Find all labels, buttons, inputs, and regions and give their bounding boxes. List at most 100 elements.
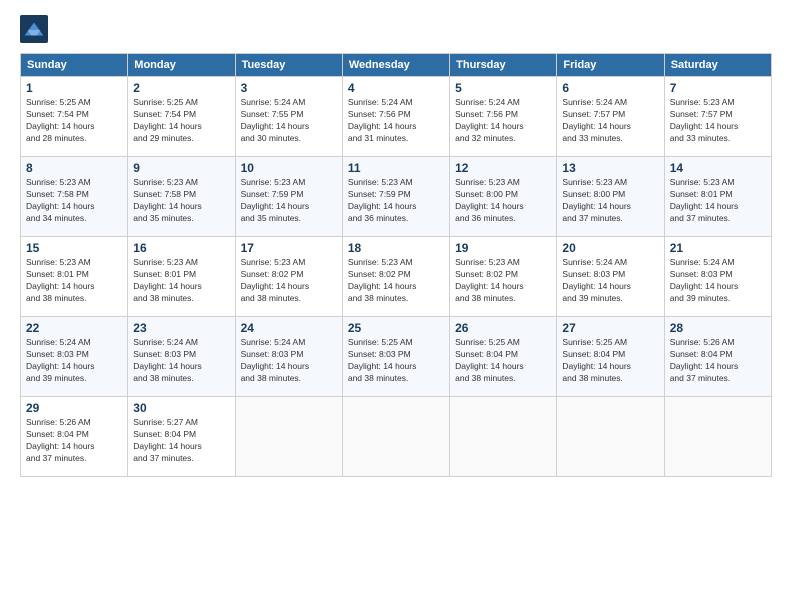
day-info: Sunrise: 5:23 AM Sunset: 7:59 PM Dayligh… <box>348 177 444 225</box>
day-info: Sunrise: 5:24 AM Sunset: 7:56 PM Dayligh… <box>455 97 551 145</box>
day-number: 25 <box>348 321 444 335</box>
day-info: Sunrise: 5:23 AM Sunset: 8:02 PM Dayligh… <box>455 257 551 305</box>
calendar-cell: 4 Sunrise: 5:24 AM Sunset: 7:56 PM Daylig… <box>342 77 449 157</box>
day-number: 16 <box>133 241 229 255</box>
calendar-cell: 15 Sunrise: 5:23 AM Sunset: 8:01 PM Dayli… <box>21 237 128 317</box>
day-info: Sunrise: 5:26 AM Sunset: 8:04 PM Dayligh… <box>670 337 766 385</box>
day-number: 19 <box>455 241 551 255</box>
calendar-week-1: 1 Sunrise: 5:25 AM Sunset: 7:54 PM Daylig… <box>21 77 772 157</box>
calendar-cell: 26 Sunrise: 5:25 AM Sunset: 8:04 PM Dayli… <box>450 317 557 397</box>
calendar-table: SundayMondayTuesdayWednesdayThursdayFrid… <box>20 53 772 477</box>
day-info: Sunrise: 5:23 AM Sunset: 8:01 PM Dayligh… <box>133 257 229 305</box>
day-number: 1 <box>26 81 122 95</box>
day-info: Sunrise: 5:26 AM Sunset: 8:04 PM Dayligh… <box>26 417 122 465</box>
calendar-cell: 25 Sunrise: 5:25 AM Sunset: 8:03 PM Dayli… <box>342 317 449 397</box>
day-number: 21 <box>670 241 766 255</box>
calendar-cell: 8 Sunrise: 5:23 AM Sunset: 7:58 PM Daylig… <box>21 157 128 237</box>
weekday-header-sunday: Sunday <box>21 54 128 77</box>
day-number: 20 <box>562 241 658 255</box>
calendar-cell: 9 Sunrise: 5:23 AM Sunset: 7:58 PM Daylig… <box>128 157 235 237</box>
calendar-cell: 30 Sunrise: 5:27 AM Sunset: 8:04 PM Dayli… <box>128 397 235 477</box>
logo <box>20 15 52 43</box>
calendar-cell: 28 Sunrise: 5:26 AM Sunset: 8:04 PM Dayli… <box>664 317 771 397</box>
day-info: Sunrise: 5:23 AM Sunset: 8:02 PM Dayligh… <box>348 257 444 305</box>
day-info: Sunrise: 5:25 AM Sunset: 7:54 PM Dayligh… <box>133 97 229 145</box>
day-number: 29 <box>26 401 122 415</box>
calendar-header-row: SundayMondayTuesdayWednesdayThursdayFrid… <box>21 54 772 77</box>
day-number: 23 <box>133 321 229 335</box>
day-number: 3 <box>241 81 337 95</box>
calendar-cell: 23 Sunrise: 5:24 AM Sunset: 8:03 PM Dayli… <box>128 317 235 397</box>
header <box>20 15 772 43</box>
day-number: 13 <box>562 161 658 175</box>
calendar-week-2: 8 Sunrise: 5:23 AM Sunset: 7:58 PM Daylig… <box>21 157 772 237</box>
weekday-header-thursday: Thursday <box>450 54 557 77</box>
weekday-header-tuesday: Tuesday <box>235 54 342 77</box>
calendar-cell: 12Sunrise: 5:23 AM Sunset: 8:00 PM Dayli… <box>450 157 557 237</box>
day-number: 22 <box>26 321 122 335</box>
day-info: Sunrise: 5:24 AM Sunset: 8:03 PM Dayligh… <box>133 337 229 385</box>
calendar-cell: 13 Sunrise: 5:23 AM Sunset: 8:00 PM Dayli… <box>557 157 664 237</box>
day-info: Sunrise: 5:23 AM Sunset: 8:02 PM Dayligh… <box>241 257 337 305</box>
weekday-header-friday: Friday <box>557 54 664 77</box>
day-info: Sunrise: 5:23 AM Sunset: 7:59 PM Dayligh… <box>241 177 337 225</box>
day-number: 24 <box>241 321 337 335</box>
day-number: 26 <box>455 321 551 335</box>
day-info: Sunrise: 5:25 AM Sunset: 8:04 PM Dayligh… <box>455 337 551 385</box>
day-info: Sunrise: 5:23 AM Sunset: 8:00 PM Dayligh… <box>455 177 551 225</box>
day-info: Sunrise: 5:23 AM Sunset: 7:58 PM Dayligh… <box>26 177 122 225</box>
logo-icon <box>20 15 48 43</box>
day-info: Sunrise: 5:25 AM Sunset: 7:54 PM Dayligh… <box>26 97 122 145</box>
day-number: 7 <box>670 81 766 95</box>
calendar-cell <box>557 397 664 477</box>
calendar-cell: 29 Sunrise: 5:26 AM Sunset: 8:04 PM Dayli… <box>21 397 128 477</box>
calendar-cell <box>342 397 449 477</box>
calendar-week-3: 15 Sunrise: 5:23 AM Sunset: 8:01 PM Dayli… <box>21 237 772 317</box>
day-number: 15 <box>26 241 122 255</box>
calendar-cell: 5 Sunrise: 5:24 AM Sunset: 7:56 PM Daylig… <box>450 77 557 157</box>
calendar-cell: 11 Sunrise: 5:23 AM Sunset: 7:59 PM Dayli… <box>342 157 449 237</box>
calendar-cell: 27 Sunrise: 5:25 AM Sunset: 8:04 PM Dayli… <box>557 317 664 397</box>
calendar-cell: 6 Sunrise: 5:24 AM Sunset: 7:57 PM Daylig… <box>557 77 664 157</box>
calendar-cell: 19 Sunrise: 5:23 AM Sunset: 8:02 PM Dayli… <box>450 237 557 317</box>
calendar-cell <box>450 397 557 477</box>
day-number: 2 <box>133 81 229 95</box>
calendar-cell: 20 Sunrise: 5:24 AM Sunset: 8:03 PM Dayli… <box>557 237 664 317</box>
day-number: 8 <box>26 161 122 175</box>
day-info: Sunrise: 5:23 AM Sunset: 8:01 PM Dayligh… <box>26 257 122 305</box>
calendar-cell: 1 Sunrise: 5:25 AM Sunset: 7:54 PM Daylig… <box>21 77 128 157</box>
day-info: Sunrise: 5:25 AM Sunset: 8:03 PM Dayligh… <box>348 337 444 385</box>
day-number: 4 <box>348 81 444 95</box>
day-info: Sunrise: 5:23 AM Sunset: 8:01 PM Dayligh… <box>670 177 766 225</box>
day-info: Sunrise: 5:25 AM Sunset: 8:04 PM Dayligh… <box>562 337 658 385</box>
day-number: 5 <box>455 81 551 95</box>
day-number: 11 <box>348 161 444 175</box>
day-info: Sunrise: 5:24 AM Sunset: 7:56 PM Dayligh… <box>348 97 444 145</box>
day-info: Sunrise: 5:23 AM Sunset: 7:58 PM Dayligh… <box>133 177 229 225</box>
calendar-cell: 24Sunrise: 5:24 AM Sunset: 8:03 PM Dayli… <box>235 317 342 397</box>
day-number: 17 <box>241 241 337 255</box>
weekday-header-saturday: Saturday <box>664 54 771 77</box>
calendar-cell <box>235 397 342 477</box>
calendar-cell: 3 Sunrise: 5:24 AM Sunset: 7:55 PM Daylig… <box>235 77 342 157</box>
calendar-cell: 7Sunrise: 5:23 AM Sunset: 7:57 PM Daylig… <box>664 77 771 157</box>
day-number: 27 <box>562 321 658 335</box>
calendar-cell: 16 Sunrise: 5:23 AM Sunset: 8:01 PM Dayli… <box>128 237 235 317</box>
day-number: 18 <box>348 241 444 255</box>
calendar-cell: 10Sunrise: 5:23 AM Sunset: 7:59 PM Dayli… <box>235 157 342 237</box>
calendar-week-5: 29 Sunrise: 5:26 AM Sunset: 8:04 PM Dayli… <box>21 397 772 477</box>
day-number: 30 <box>133 401 229 415</box>
day-info: Sunrise: 5:24 AM Sunset: 8:03 PM Dayligh… <box>26 337 122 385</box>
day-info: Sunrise: 5:24 AM Sunset: 8:03 PM Dayligh… <box>562 257 658 305</box>
day-info: Sunrise: 5:24 AM Sunset: 7:57 PM Dayligh… <box>562 97 658 145</box>
calendar-cell: 17 Sunrise: 5:23 AM Sunset: 8:02 PM Dayli… <box>235 237 342 317</box>
day-info: Sunrise: 5:24 AM Sunset: 7:55 PM Dayligh… <box>241 97 337 145</box>
day-number: 9 <box>133 161 229 175</box>
day-info: Sunrise: 5:23 AM Sunset: 8:00 PM Dayligh… <box>562 177 658 225</box>
day-number: 14 <box>670 161 766 175</box>
calendar-cell: 14 Sunrise: 5:23 AM Sunset: 8:01 PM Dayli… <box>664 157 771 237</box>
day-number: 28 <box>670 321 766 335</box>
calendar-cell: 22 Sunrise: 5:24 AM Sunset: 8:03 PM Dayli… <box>21 317 128 397</box>
day-number: 6 <box>562 81 658 95</box>
day-info: Sunrise: 5:27 AM Sunset: 8:04 PM Dayligh… <box>133 417 229 465</box>
